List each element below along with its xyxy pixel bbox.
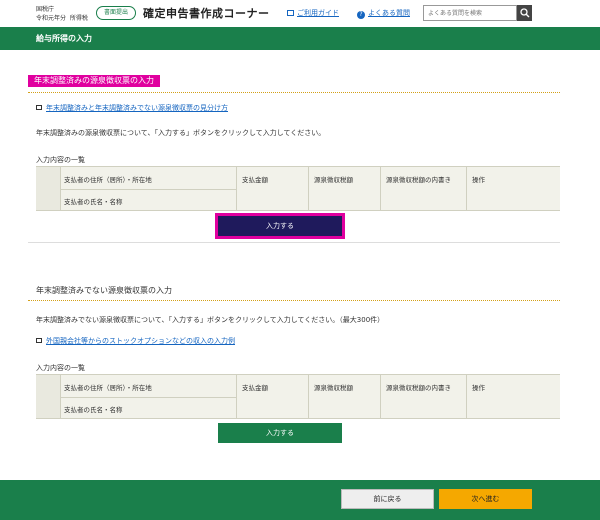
section1-divider xyxy=(28,92,560,93)
book-icon xyxy=(287,10,294,16)
site-header: 国税庁 令和元年分 所得税 書面提出 確定申告書作成コーナー ご利用ガイド ? よ… xyxy=(0,0,600,27)
window-icon xyxy=(36,105,42,110)
back-button[interactable]: 前に戻る xyxy=(341,489,434,509)
search-icon xyxy=(520,8,530,18)
section1-list-label: 入力内容の一覧 xyxy=(36,156,85,164)
section2-heading: 年末調整済みでない源泉徴収票の入力 xyxy=(36,286,172,295)
section2-table: 支払者の住所（居所）・所在地 支払者の氏名・名称 支払金額 源泉徴収税額 源泉徴… xyxy=(36,374,560,419)
guide-link[interactable]: ご利用ガイド xyxy=(287,8,339,18)
section2-example-link-label: 外国親会社等からのストックオプションなどの収入の入力例 xyxy=(46,337,235,345)
col-payer-address: 支払者の住所（居所）・所在地 xyxy=(64,384,152,392)
section2-input-button[interactable]: 入力する xyxy=(218,423,342,443)
year-label: 令和元年分 xyxy=(36,15,67,22)
section1-heading: 年末調整済みの源泉徴収票の入力 xyxy=(28,75,160,87)
col-withholding: 源泉徴収税額 xyxy=(314,384,353,392)
col-payer-name: 支払者の氏名・名称 xyxy=(64,406,123,414)
faq-link[interactable]: ? よくある質問 xyxy=(357,8,410,19)
col-amount: 支払金額 xyxy=(242,176,268,184)
section2-list-label: 入力内容の一覧 xyxy=(36,364,85,372)
col-withholding: 源泉徴収税額 xyxy=(314,176,353,184)
submission-method-badge: 書面提出 xyxy=(96,6,136,20)
col-payer-name: 支払者の氏名・名称 xyxy=(64,198,123,206)
next-button[interactable]: 次へ進む xyxy=(439,489,532,509)
section2-description: 年末調整済みでない源泉徴収票について、「入力する」ボタンをクリックして入力してく… xyxy=(36,316,385,324)
guide-link-label: ご利用ガイド xyxy=(297,9,339,17)
col-operation: 操作 xyxy=(472,384,485,392)
col-breakdown: 源泉徴収税額の内書き xyxy=(386,176,451,184)
col-breakdown: 源泉徴収税額の内書き xyxy=(386,384,451,392)
col-operation: 操作 xyxy=(472,176,485,184)
section1-description: 年末調整済みの源泉徴収票について、「入力する」ボタンをクリックして入力してくださ… xyxy=(36,129,326,137)
section1-input-button[interactable]: 入力する xyxy=(218,216,342,236)
section1-help-link[interactable]: 年末調整済みと年末調整済みでない源泉徴収票の見分け方 xyxy=(36,103,228,113)
faq-link-label: よくある質問 xyxy=(368,9,410,17)
section1-table: 支払者の住所（居所）・所在地 支払者の氏名・名称 支払金額 源泉徴収税額 源泉徴… xyxy=(36,166,560,211)
page-title: 給与所得の入力 xyxy=(36,34,92,43)
question-icon: ? xyxy=(357,11,365,19)
col-payer-address: 支払者の住所（居所）・所在地 xyxy=(64,176,152,184)
agency-name: 国税庁 xyxy=(36,6,55,13)
search-input[interactable] xyxy=(423,5,517,21)
site-title: 確定申告書作成コーナー xyxy=(143,7,270,20)
section1-separator xyxy=(28,242,560,243)
section2-divider xyxy=(28,300,560,301)
col-amount: 支払金額 xyxy=(242,384,268,392)
agency-label: 国税庁 令和元年分 所得税 xyxy=(36,5,88,23)
search-button[interactable] xyxy=(517,5,532,21)
section2-example-link[interactable]: 外国親会社等からのストックオプションなどの収入の入力例 xyxy=(36,336,235,346)
section1-help-link-label: 年末調整済みと年末調整済みでない源泉徴収票の見分け方 xyxy=(46,104,228,112)
tax-type-label: 所得税 xyxy=(69,15,88,22)
window-icon xyxy=(36,338,42,343)
page-title-bar: 給与所得の入力 xyxy=(0,27,600,50)
